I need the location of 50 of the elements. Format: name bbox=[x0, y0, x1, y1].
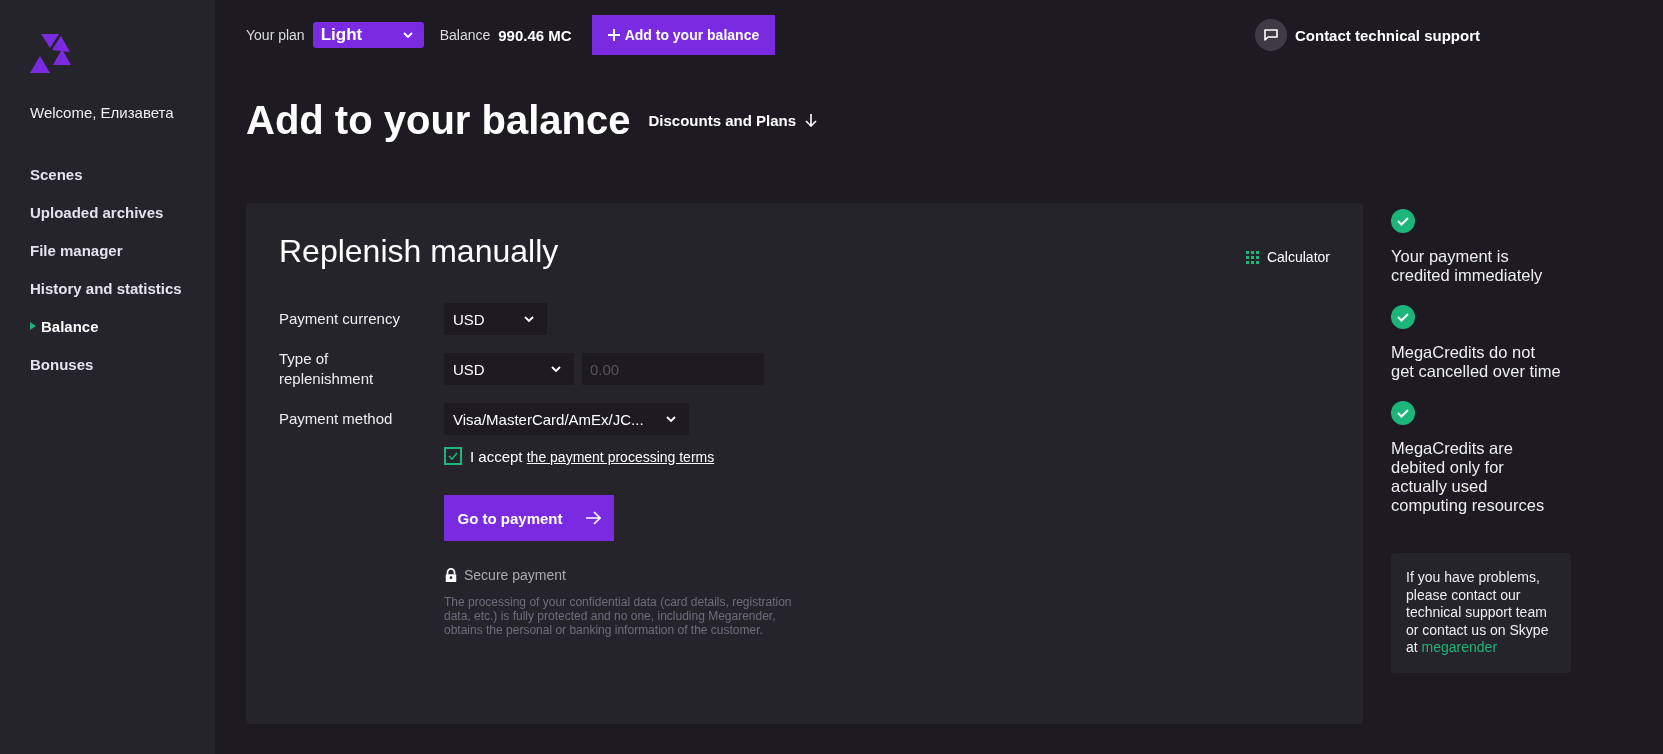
check-circle-icon bbox=[1391, 209, 1415, 233]
secure-payment-text: Secure payment bbox=[464, 567, 566, 583]
check-circle-icon bbox=[1391, 401, 1415, 425]
chevron-down-icon bbox=[550, 363, 562, 375]
sidebar-item[interactable]: Bonuses bbox=[30, 345, 215, 383]
plans-link[interactable]: Discounts and Plans bbox=[648, 111, 819, 129]
select-field[interactable]: Visa/MasterCard/AmEx/JC... bbox=[444, 403, 689, 435]
chevron-down-icon bbox=[401, 29, 414, 41]
sidebar-item[interactable]: Scenes bbox=[30, 155, 215, 193]
chevron-down-icon bbox=[665, 413, 677, 425]
triangle-icon bbox=[30, 322, 36, 330]
lock-icon bbox=[444, 567, 458, 583]
arrow-right-icon bbox=[584, 510, 601, 526]
balance-label: Balance bbox=[439, 27, 491, 43]
benefit-text: MegaCredits do not get cancelled over time bbox=[1391, 343, 1561, 381]
help-text: If you have problems, please contact our technical support team or contact us on Skype at megarender bbox=[1391, 553, 1571, 673]
field-label: Payment currency bbox=[279, 309, 401, 329]
sidebar-item[interactable]: Balance bbox=[30, 307, 215, 345]
add-balance-button[interactable]: Add to your balance bbox=[591, 15, 776, 55]
field-label: Payment method bbox=[279, 409, 394, 429]
card-title: Replenish manually bbox=[279, 233, 559, 271]
page-title: Add to your balance bbox=[246, 97, 631, 143]
select-field[interactable]: USD bbox=[444, 353, 574, 385]
field-label: Type of replenishment bbox=[279, 349, 375, 389]
check-circle-icon bbox=[1391, 305, 1415, 329]
terms-link[interactable]: the payment processing terms bbox=[526, 448, 715, 465]
plan-label: Your plan bbox=[246, 27, 305, 43]
select-field[interactable]: USD bbox=[444, 303, 547, 335]
arrow-down-icon bbox=[804, 113, 819, 127]
sidebar-item[interactable]: File manager bbox=[30, 231, 215, 269]
skype-link[interactable]: megarender bbox=[1421, 639, 1498, 655]
check-icon bbox=[448, 451, 458, 461]
benefit-text: Your payment is credited immediately bbox=[1391, 247, 1544, 285]
calculator-link[interactable]: Calculator bbox=[1245, 249, 1330, 265]
chevron-down-icon bbox=[523, 313, 535, 325]
benefit-text: MegaCredits are debited only for actually used computing resources bbox=[1391, 439, 1546, 515]
plus-icon bbox=[606, 28, 621, 42]
checkbox[interactable] bbox=[444, 447, 462, 465]
sidebar-item[interactable]: History and statistics bbox=[30, 269, 215, 307]
chat-icon bbox=[1254, 19, 1287, 51]
terms-text: I accept the payment processing terms bbox=[470, 447, 715, 465]
grid-icon bbox=[1245, 250, 1259, 264]
welcome-text: Welcome, Елизавета bbox=[30, 104, 175, 121]
sidebar-item[interactable]: Uploaded archives bbox=[30, 193, 215, 231]
privacy-note: The processing of your confidential data (card details, registration data, etc.) is fully protected and no one, including Megarender, obtains the personal or banking information of the customer. bbox=[444, 595, 793, 637]
go-to-payment-button[interactable]: Go to payment bbox=[444, 495, 614, 541]
balance-value: 990.46 MC bbox=[498, 26, 572, 44]
amount-field[interactable]: 0.00 bbox=[582, 353, 764, 385]
support-link[interactable]: Contact technical support bbox=[1254, 19, 1480, 51]
plan-select[interactable]: Light bbox=[312, 22, 424, 48]
